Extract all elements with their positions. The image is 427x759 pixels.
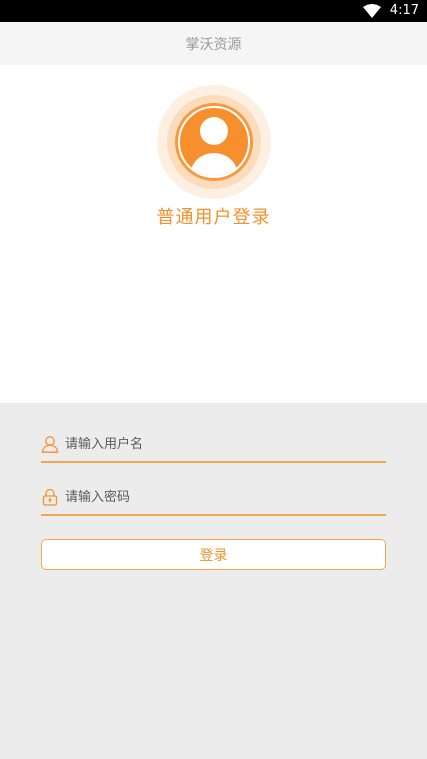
login-button-label: 登录 [199,547,228,564]
user-outline-icon [41,436,59,453]
login-button[interactable]: 登录 [41,539,386,570]
app-title: 掌沃资源 [185,36,242,53]
status-bar: 4:17 [0,0,427,22]
username-field-wrapper [41,427,386,463]
status-time: 4:17 [389,3,419,18]
password-input[interactable] [65,484,375,510]
wifi-icon [363,4,381,18]
hero-section: 普通用户登录 [0,65,427,403]
avatar [157,85,271,199]
login-form: 登录 [0,403,427,759]
user-avatar-icon [157,85,271,199]
username-input[interactable] [65,431,375,457]
login-heading: 普通用户登录 [156,207,271,228]
password-field-wrapper [41,480,386,516]
lock-icon [42,488,58,506]
title-bar: 掌沃资源 [0,22,427,65]
